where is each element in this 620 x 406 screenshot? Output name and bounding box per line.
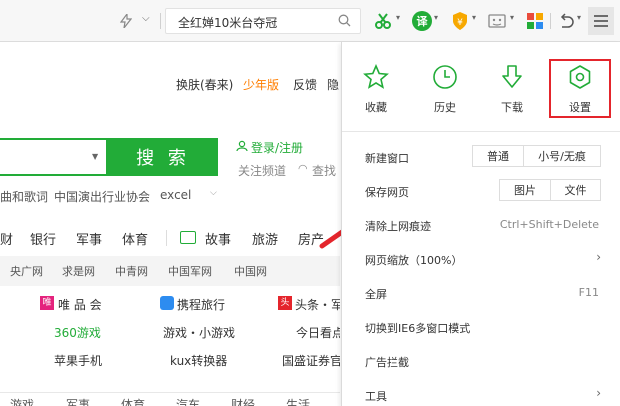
save-as-file-button[interactable]: 文件 <box>550 179 601 201</box>
menu-item-label: 全屏 <box>365 288 387 301</box>
downloads-label: 下载 <box>501 101 523 114</box>
menu-item-new-window[interactable]: 新建窗口 普通 小号/无痕 <box>342 140 620 174</box>
menu-item-label: 新建窗口 <box>365 152 409 165</box>
menu-item-label: 保存网页 <box>365 186 409 199</box>
history-label: 历史 <box>434 101 456 114</box>
shortcut-text: F11 <box>578 286 599 299</box>
downloads-button[interactable]: 下载 <box>482 64 542 115</box>
menu-item-label: 广告拦截 <box>365 356 409 369</box>
menu-item-ad-block[interactable]: 广告拦截 <box>342 344 620 378</box>
star-icon <box>363 63 389 93</box>
favorites-label: 收藏 <box>365 101 387 114</box>
menu-quick-actions: 收藏 历史 下载 设置 <box>342 42 620 132</box>
chevron-right-icon: › <box>596 386 601 400</box>
menu-item-label: 工具 <box>365 390 387 403</box>
save-as-image-button[interactable]: 图片 <box>499 179 551 201</box>
menu-item-label: 网页缩放（100%） <box>365 254 463 267</box>
download-icon <box>499 65 525 93</box>
history-button[interactable]: 历史 <box>415 64 475 115</box>
normal-window-button[interactable]: 普通 <box>472 145 524 167</box>
chevron-right-icon: › <box>596 250 601 264</box>
menu-item-save-page[interactable]: 保存网页 图片 文件 <box>342 174 620 208</box>
menu-item-ie6-mode[interactable]: 切换到IE6多窗口模式 <box>342 310 620 344</box>
favorites-button[interactable]: 收藏 <box>346 63 406 115</box>
browser-main-menu: 收藏 历史 下载 设置 新建窗口 普通 小号/无痕 保存网页 图片 文件 清除上… <box>341 42 620 406</box>
menu-item-tools[interactable]: 工具 › <box>342 378 620 406</box>
menu-item-clear-history[interactable]: 清除上网痕迹 Ctrl+Shift+Delete <box>342 208 620 242</box>
shortcut-text: Ctrl+Shift+Delete <box>499 218 599 231</box>
incognito-window-button[interactable]: 小号/无痕 <box>523 145 601 167</box>
menu-item-label: 切换到IE6多窗口模式 <box>365 322 471 335</box>
clock-icon <box>432 65 458 93</box>
menu-item-zoom[interactable]: 网页缩放（100%） › <box>342 242 620 276</box>
menu-item-label: 清除上网痕迹 <box>365 220 431 233</box>
menu-item-fullscreen[interactable]: 全屏 F11 <box>342 276 620 310</box>
settings-highlight-box <box>549 59 611 118</box>
